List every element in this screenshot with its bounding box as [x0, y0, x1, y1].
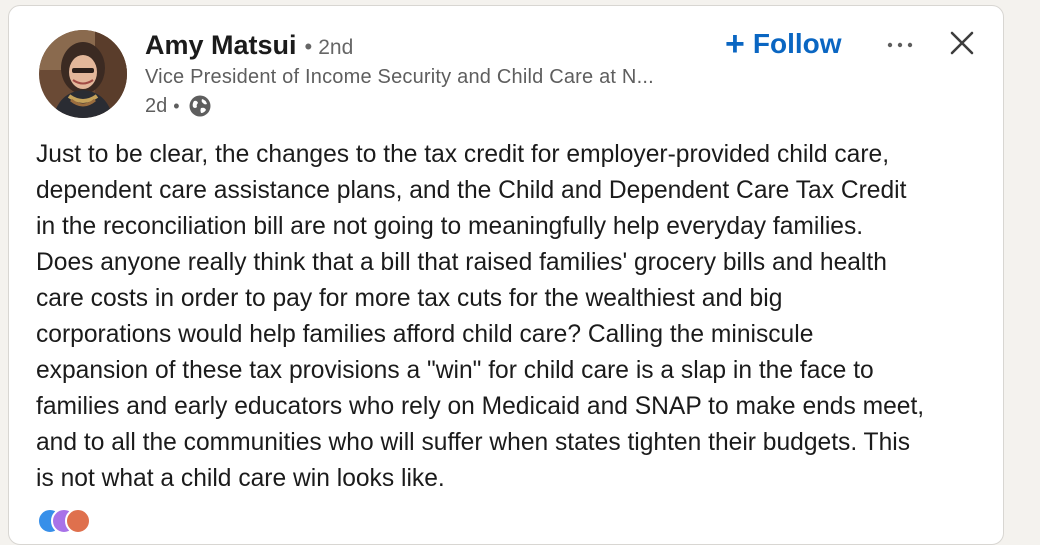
post-body-line: families and early educators who rely on…	[36, 393, 925, 420]
author-photo	[39, 30, 127, 118]
post-body-line: corporations would help families afford …	[36, 321, 814, 348]
connection-degree: 2nd	[318, 36, 354, 59]
close-icon[interactable]	[947, 28, 977, 58]
author-name[interactable]: Amy Matsui	[145, 30, 297, 61]
post-meta: 2d •	[145, 94, 212, 118]
post-body: Just to be clear, the changes to the tax…	[36, 137, 996, 497]
post-body-line: dependent care assistance plans, and the…	[36, 177, 907, 204]
post-body-line: Just to be clear, the changes to the tax…	[36, 141, 890, 168]
more-icon[interactable]	[883, 28, 917, 62]
post-body-line: expansion of these tax provisions a "win…	[36, 357, 874, 384]
author-header: Amy Matsui • 2nd	[145, 30, 353, 64]
post-card: Amy Matsui • 2nd Vice President of Incom…	[8, 5, 1004, 545]
plus-icon: +	[725, 25, 745, 63]
post-body-line: in the reconciliation bill are not going…	[36, 213, 864, 240]
author-headline: Vice President of Income Security and Ch…	[145, 66, 654, 88]
meta-separator: •	[173, 95, 180, 116]
follow-button[interactable]: + Follow	[725, 24, 842, 64]
post-body-line: care costs in order to pay for more tax …	[36, 285, 783, 312]
reaction-summary[interactable]	[37, 508, 117, 534]
post-body-line: Does anyone really think that a bill tha…	[36, 249, 887, 276]
post-time: 2d	[145, 94, 168, 117]
post-body-line: and to all the communities who will suff…	[36, 429, 911, 456]
name-separator: •	[304, 34, 313, 59]
follow-label: Follow	[752, 28, 842, 59]
globe-icon	[188, 94, 212, 118]
post-body-line: is not what a child care win looks like.	[36, 465, 445, 492]
avatar[interactable]	[39, 30, 127, 118]
